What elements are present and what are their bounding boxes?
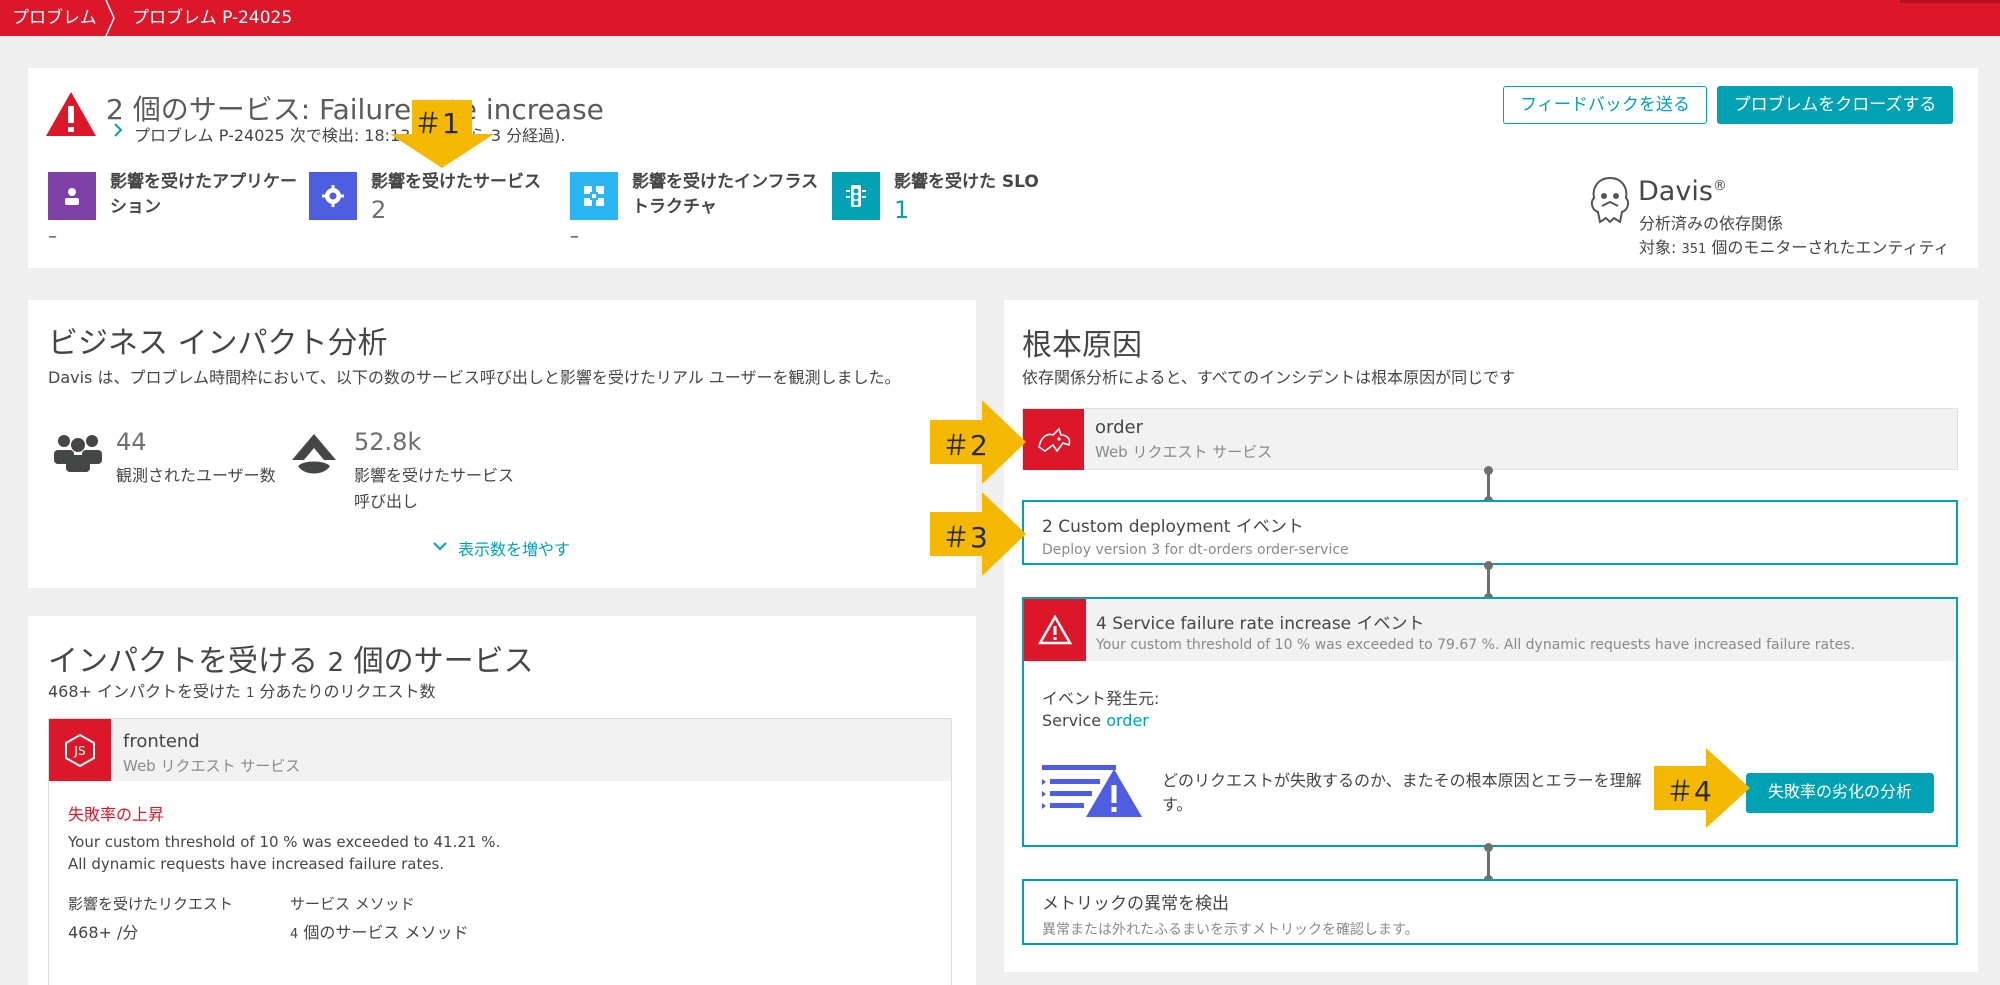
callout-2: ＃2 [930,400,1026,484]
gear-icon [309,172,357,220]
failure-event-title: 4 Service failure rate increase イベント [1096,614,1425,634]
metric-anomaly-title: メトリックの異常を検出 [1042,894,1229,914]
stat-infrastructure-label: 影響を受けたインフラストラクチャ [632,172,819,217]
deployment-event-title: 2 Custom deployment イベント [1042,517,1304,537]
breadcrumb-separator-icon [105,0,115,36]
close-problem-button[interactable]: プロブレムをクローズする [1717,86,1953,124]
business-title: ビジネス インパクト分析 [48,326,388,361]
failure-event-box: 4 Service failure rate increase イベント You… [1022,597,1958,847]
failure-title: 失敗率の上昇 [68,805,165,824]
root-cause-title: 根本原因 [1022,328,1142,363]
request-analysis-icon [1042,765,1142,817]
users-icon [54,435,102,472]
breadcrumb-root[interactable]: プロブレム [12,0,97,36]
calls-value: 52.8k [354,428,422,456]
problem-header-card: 2 個のサービス: Failure rate increase プロブレム P-… [28,68,1978,268]
stat-services-value[interactable]: 2 [371,196,386,224]
root-cause-service-type: Web リクエスト サービス [1095,443,1273,461]
metric-anomaly-desc: 異常または外れたふるまいを示すメトリックを確認します。 [1042,922,1419,938]
alert-icon [1024,599,1086,661]
event-origin-link[interactable]: order [1106,711,1149,730]
show-more-link[interactable]: 表示数を増やす [458,536,570,560]
stat-applications-label: 影響を受けたアプリケーション [110,172,297,217]
root-cause-service-row[interactable]: order Web リクエスト サービス [1022,408,1958,470]
chevron-right-icon[interactable] [112,122,124,138]
problem-subline: プロブレム P-24025 次で検出: 18:13 (現在から 3 分経過). [134,126,566,145]
stat-infrastructure-value: – [570,226,579,247]
service-methods-label: サービス メソッド [290,895,415,913]
users-label: 観測されたユーザー数 [116,466,276,485]
impacted-services-card: インパクトを受ける 2 個のサービス 468+ インパクトを受けた 1 分あたり… [28,616,976,985]
breadcrumb-current: プロブレム P-24025 [132,8,293,28]
top-bar: プロブレム プロブレム P-24025 [0,0,2000,36]
root-cause-service-name[interactable]: order [1095,417,1143,438]
stat-slo-value[interactable]: 1 [894,196,909,224]
stat-services-label: 影響を受けたサービス [371,172,541,192]
root-cause-card: 根本原因 依存関係分析によると、すべてのインシデントは根本原因が同じです ord… [1004,300,1978,972]
business-desc: Davis は、プロブレム時間枠において、以下の数のサービス呼び出しと影響を受け… [48,368,901,387]
service-methods-value: 4 個のサービス メソッド [290,923,469,942]
analyze-failure-rate-button[interactable]: 失敗率の劣化の分析 [1746,773,1934,813]
chevron-down-icon[interactable] [432,540,448,552]
warning-icon [46,92,96,136]
failure-line1: Your custom threshold of 10 % was exceed… [68,833,501,851]
impacted-title: インパクトを受ける 2 個のサービス [48,644,534,679]
stat-applications-value: – [48,226,57,247]
davis-name: Davis® [1638,176,1727,207]
calls-label-line1: 影響を受けたサービス [354,466,515,485]
event-origin-label: イベント発生元: [1042,689,1160,708]
failure-event-desc: Your custom threshold of 10 % was exceed… [1096,637,1855,653]
callout-4: ＃4 [1654,748,1750,828]
impacted-service-panel: JS frontend Web リクエスト サービス 失敗率の上昇 Your c… [48,718,952,985]
service-type: Web リクエスト サービス [123,757,301,775]
affected-requests-label: 影響を受けたリクエスト [68,895,234,913]
feedback-button[interactable]: フィードバックを送る [1503,86,1707,124]
business-impact-card: ビジネス インパクト分析 Davis は、プロブレム時間枠において、以下の数のサ… [28,300,976,588]
callout-1: ＃1 [390,100,494,168]
davis-line1: 分析済みの依存関係 [1639,214,1784,233]
calls-label-line2: 呼び出し [354,492,419,511]
nodejs-icon: JS [49,719,111,781]
service-name[interactable]: frontend [123,731,200,752]
application-icon [48,172,96,220]
affected-requests-value: 468+ /分 [68,923,139,942]
failure-line2: All dynamic requests have increased fail… [68,855,445,873]
infrastructure-icon [570,172,618,220]
davis-line2: 対象: 351 個のモニターされたエンティティ [1639,238,1950,257]
analysis-text-line2: す。 [1162,795,1193,814]
stat-slo-label: 影響を受けた SLO [894,172,1039,192]
metric-anomaly-box[interactable]: メトリックの異常を検出 異常または外れたふるまいを示すメトリックを確認します。 [1022,879,1958,945]
deployment-event-box[interactable]: 2 Custom deployment イベント Deploy version … [1022,500,1958,565]
analysis-text-line1: どのリクエストが失敗するのか、またその根本原因とエラーを理解 [1162,771,1642,790]
impacted-desc: 468+ インパクトを受けた 1 分あたりのリクエスト数 [48,682,436,701]
svg-text:JS: JS [73,744,85,758]
service-calls-icon [292,434,336,474]
slo-icon [832,172,880,220]
root-cause-desc: 依存関係分析によると、すべてのインシデントは根本原因が同じです [1022,368,1516,387]
callout-3: ＃3 [930,492,1026,576]
users-value: 44 [116,428,147,456]
event-origin: Service order [1042,711,1149,730]
deployment-event-desc: Deploy version 3 for dt-orders order-ser… [1042,542,1349,558]
davis-logo-icon [1590,176,1630,224]
tomcat-icon [1023,409,1084,470]
